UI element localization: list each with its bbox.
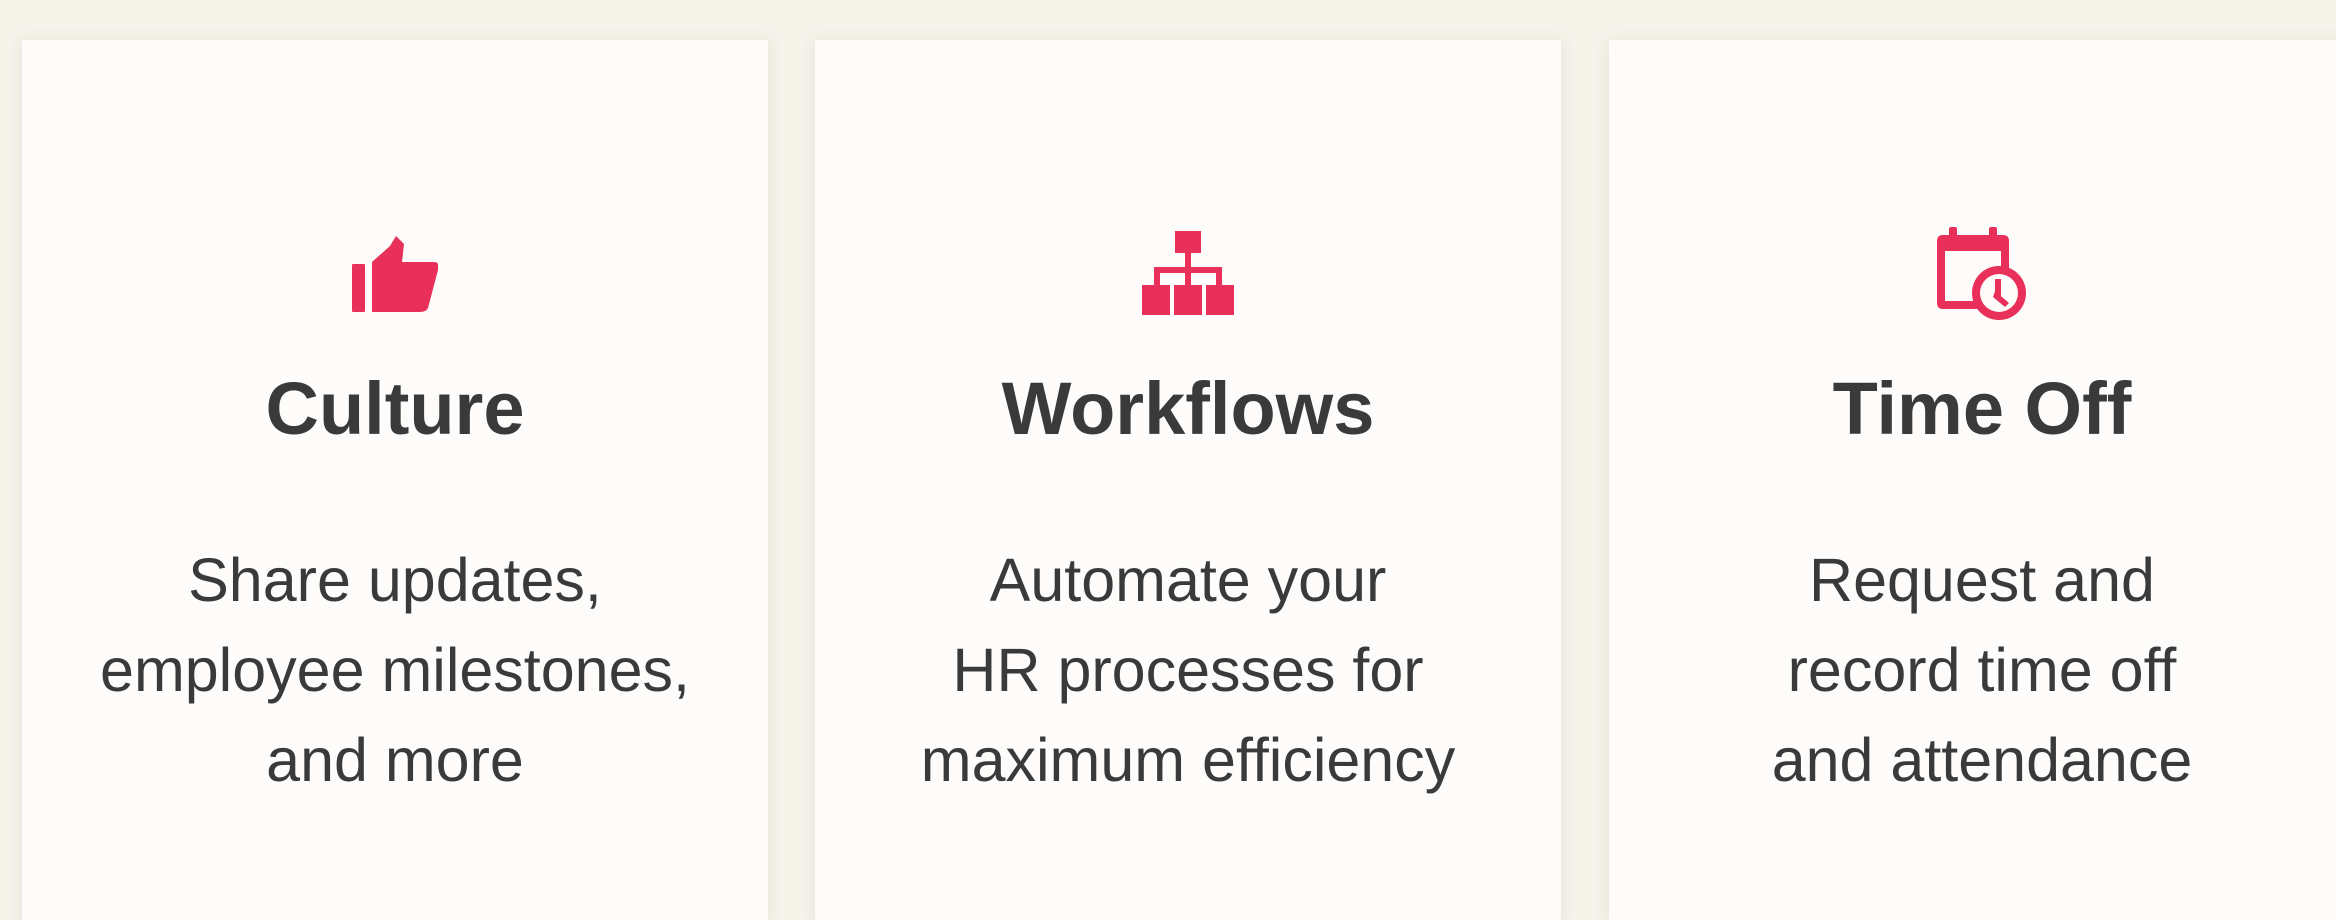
description-line: and attendance [1771, 726, 2193, 794]
description-line: maximum efficiency [920, 726, 1456, 794]
description-line: Automate your [989, 546, 1387, 614]
card-description: Automate your HR processes for maximum e… [845, 535, 1531, 805]
description-line: HR processes for [952, 636, 1424, 704]
org-chart-icon [815, 224, 1561, 324]
card-title: Time Off [1832, 367, 2132, 450]
description-line: and more [266, 726, 524, 794]
card-description: Share updates, employee milestones, and … [52, 535, 738, 805]
card-title: Workflows [1001, 367, 1375, 450]
description-line: Share updates, [188, 546, 602, 614]
calendar-clock-icon [1609, 224, 2336, 324]
feature-card-culture: Culture Share updates, employee mileston… [22, 40, 768, 920]
card-description: Request and record time off and attendan… [1639, 535, 2325, 805]
feature-card-time-off: Time Off Request and record time off and… [1609, 40, 2336, 920]
description-line: employee milestones, [100, 636, 690, 704]
feature-card-workflows: Workflows Automate your HR processes for… [815, 40, 1561, 920]
description-line: Request and [1809, 546, 2155, 614]
card-title: Culture [265, 367, 525, 450]
thumbs-up-icon [22, 224, 768, 324]
description-line: record time off [1787, 636, 2177, 704]
